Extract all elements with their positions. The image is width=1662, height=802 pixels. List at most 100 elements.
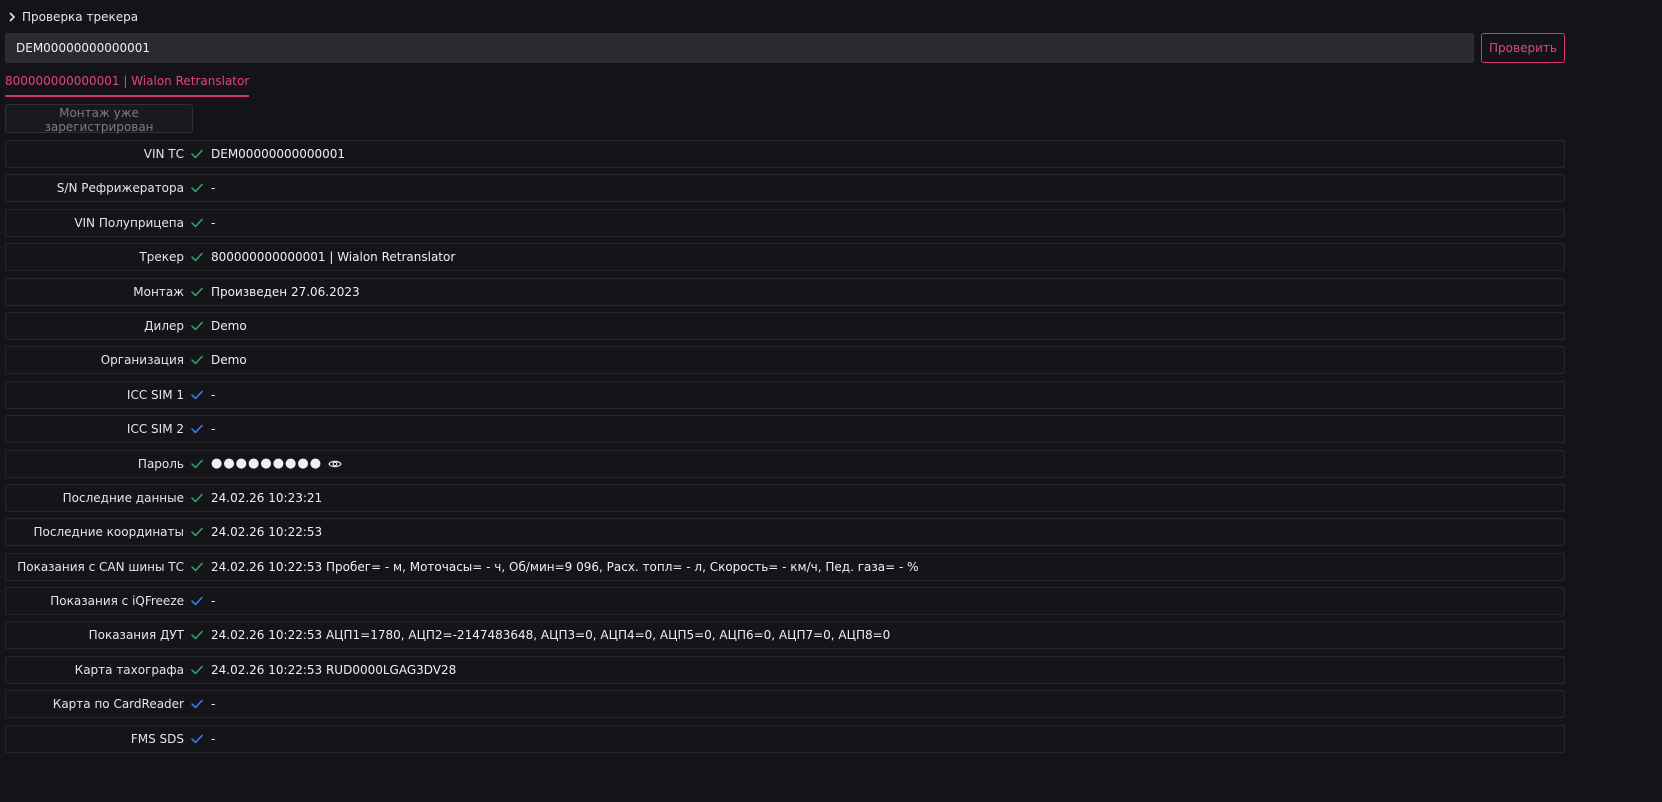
result-value-text: - xyxy=(211,594,216,609)
result-row: Последние координаты 24.02.26 10:22:53 xyxy=(5,518,1565,547)
result-label: Показания с CAN шины ТС xyxy=(17,559,184,574)
check-icon xyxy=(191,148,203,160)
tab-tracker-result[interactable]: 800000000000001 | Wialon Retranslator xyxy=(5,74,250,97)
check-icon xyxy=(191,182,203,194)
result-label: Трекер xyxy=(139,250,184,265)
result-label: Показания ДУТ xyxy=(88,628,184,643)
check-results-list: VIN ТС DEM00000000000001 S/N Рефрижератора… xyxy=(5,140,1565,759)
check-icon xyxy=(191,389,203,401)
password-value: ●●●●●●●●● xyxy=(211,456,342,471)
result-value-text: - xyxy=(211,731,216,746)
result-value: - xyxy=(211,697,215,711)
result-value: Произведен 27.06.2023 xyxy=(211,285,360,299)
result-label: Дилер xyxy=(144,318,184,333)
result-row: ICC SIM 2 - xyxy=(5,415,1565,444)
result-value: 800000000000001 | Wialon Retranslator xyxy=(211,250,455,264)
result-value: Demo xyxy=(211,319,247,333)
check-icon xyxy=(191,423,203,435)
result-row: Карта тахографа 24.02.26 10:22:53 RUD0000… xyxy=(5,655,1565,684)
result-value-text: - xyxy=(211,387,216,402)
result-label: S/N Рефрижератора xyxy=(56,181,184,196)
check-button[interactable]: Проверить xyxy=(1481,33,1565,63)
check-icon xyxy=(191,698,203,710)
check-icon xyxy=(191,217,203,229)
result-value: 24.02.26 10:22:53 xyxy=(211,525,322,539)
search-row: Проверить xyxy=(5,33,1565,63)
result-value: - xyxy=(211,388,215,402)
result-value-text: - xyxy=(211,422,216,437)
result-value: DEM00000000000001 xyxy=(211,147,345,161)
result-label: Монтаж xyxy=(133,284,184,299)
result-label: VIN Полуприцепа xyxy=(74,215,184,230)
result-label: Карта тахографа xyxy=(74,662,184,677)
result-label: ICC SIM 1 xyxy=(126,387,184,402)
result-label: Показания с iQFreeze xyxy=(50,594,184,609)
result-value-text: Произведен 27.06.2023 xyxy=(211,284,360,299)
result-row: Трекер 800000000000001 | Wialon Retransla… xyxy=(5,243,1565,272)
result-value: - xyxy=(211,732,215,746)
result-label: Последние данные xyxy=(62,490,184,505)
result-value-text: 24.02.26 10:22:53 Пробег= - м, Моточасы=… xyxy=(211,559,919,574)
result-value: - xyxy=(211,216,215,230)
result-value: 24.02.26 10:22:53 АЦП1=1780, АЦП2=-21474… xyxy=(211,628,890,642)
installation-registered-button: Монтаж уже зарегистрирован xyxy=(5,104,193,134)
result-value: 24.02.26 10:22:53 RUD0000LGAG3DV28 xyxy=(211,663,456,677)
result-label: Пароль xyxy=(137,456,184,471)
result-value: 24.02.26 10:22:53 Пробег= - м, Моточасы=… xyxy=(211,560,919,574)
result-value-text: - xyxy=(211,215,216,230)
result-value-text: - xyxy=(211,181,216,196)
section-header[interactable]: Проверка трекера xyxy=(8,8,138,26)
result-value-text: DEM00000000000001 xyxy=(211,147,346,161)
result-row: S/N Рефрижератора - xyxy=(5,174,1565,203)
result-value-text: 24.02.26 10:22:53 АЦП1=1780, АЦП2=-21474… xyxy=(211,628,891,643)
result-value: - xyxy=(211,181,215,195)
result-value: 24.02.26 10:23:21 xyxy=(211,491,322,505)
result-value-text: 24.02.26 10:22:53 RUD0000LGAG3DV28 xyxy=(211,662,457,677)
result-value-text: 24.02.26 10:23:21 xyxy=(211,490,323,505)
chevron-right-icon xyxy=(8,11,16,23)
check-icon xyxy=(191,320,203,332)
result-label: Организация xyxy=(100,353,184,368)
result-row: ICC SIM 1 - xyxy=(5,380,1565,409)
result-row: Пароль ●●●●●●●●● xyxy=(5,449,1565,478)
result-row: Последние данные 24.02.26 10:23:21 xyxy=(5,483,1565,512)
check-icon xyxy=(191,595,203,607)
result-value: - xyxy=(211,594,215,608)
check-icon xyxy=(191,561,203,573)
check-icon xyxy=(191,354,203,366)
result-label: ICC SIM 2 xyxy=(126,422,184,437)
result-value-text: - xyxy=(211,697,216,712)
result-value-text: Demo xyxy=(211,353,247,368)
result-value-text: 24.02.26 10:22:53 xyxy=(211,525,323,540)
result-value: - xyxy=(211,422,215,436)
check-icon xyxy=(191,458,203,470)
result-row: Показания ДУТ 24.02.26 10:22:53 АЦП1=1780… xyxy=(5,621,1565,650)
result-row: Карта по CardReader - xyxy=(5,690,1565,719)
result-row: FMS SDS - xyxy=(5,724,1565,753)
check-icon xyxy=(191,629,203,641)
result-row: Дилер Demo xyxy=(5,311,1565,340)
result-label: Последние координаты xyxy=(33,525,184,540)
result-label: VIN ТС xyxy=(143,147,184,161)
masked-password: ●●●●●●●●● xyxy=(211,456,323,472)
result-row: Монтаж Произведен 27.06.2023 xyxy=(5,277,1565,306)
check-icon xyxy=(191,251,203,263)
result-value-text: Demo xyxy=(211,318,247,333)
tracker-search-input[interactable] xyxy=(5,33,1474,63)
result-value-text: 800000000000001 | Wialon Retranslator xyxy=(211,250,456,265)
check-icon xyxy=(191,286,203,298)
check-icon xyxy=(191,664,203,676)
check-icon xyxy=(191,492,203,504)
check-icon xyxy=(191,733,203,745)
result-row: Показания с iQFreeze - xyxy=(5,587,1565,616)
section-title: Проверка трекера xyxy=(22,10,139,24)
result-label: Карта по CardReader xyxy=(52,697,184,712)
eye-icon[interactable] xyxy=(328,459,342,469)
result-row: Организация Demo xyxy=(5,346,1565,375)
check-icon xyxy=(191,526,203,538)
result-label: FMS SDS xyxy=(130,731,184,746)
result-value: Demo xyxy=(211,353,247,367)
result-row: VIN Полуприцепа - xyxy=(5,208,1565,237)
result-row: Показания с CAN шины ТС 24.02.26 10:22:53… xyxy=(5,552,1565,581)
result-row: VIN ТС DEM00000000000001 xyxy=(5,140,1565,168)
